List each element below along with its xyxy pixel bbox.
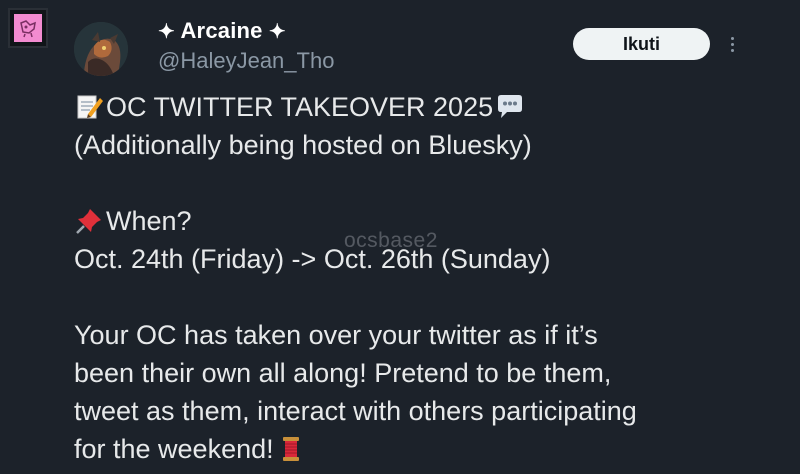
tweet-line-3-text: When? <box>106 206 192 236</box>
display-name-text: Arcaine <box>180 18 263 43</box>
sparkle-right: ✦ <box>268 21 286 43</box>
tweet-text: OC TWITTER TAKEOVER 2025 (Additionally b… <box>74 88 774 468</box>
tweet-line-1: OC TWITTER TAKEOVER 2025 <box>74 88 774 126</box>
tweet-line-5: Your OC has taken over your twitter as i… <box>74 320 598 350</box>
tweet-card: ✦ Arcaine ✦ @HaleyJean_Tho Ikuti OC TWIT… <box>0 0 800 474</box>
more-vertical-icon[interactable] <box>724 32 740 56</box>
tweet-line-6: been their own all along! Pretend to be … <box>74 358 612 388</box>
tweet-line-2: (Additionally being hosted on Bluesky) <box>74 130 532 160</box>
speech-bubble-emoji-icon <box>498 95 523 118</box>
tweet-line-7: tweet as them, interact with others part… <box>74 396 637 426</box>
spool-of-thread-emoji-icon <box>282 437 299 461</box>
pushpin-emoji-icon <box>76 209 101 234</box>
sticker-icon <box>8 8 48 48</box>
follow-button[interactable]: Ikuti <box>573 28 710 60</box>
user-handle[interactable]: @HaleyJean_Tho <box>158 48 334 74</box>
memo-emoji-icon <box>77 95 103 119</box>
watermark: ocsbase2 <box>344 229 438 252</box>
tweet-line-8-text: for the weekend! <box>74 434 274 464</box>
tweet-line-1-text: OC TWITTER TAKEOVER 2025 <box>106 92 494 122</box>
tweet-line-8: for the weekend! <box>74 430 774 468</box>
display-name[interactable]: ✦ Arcaine ✦ <box>158 18 286 44</box>
sparkle-left: ✦ <box>158 21 175 43</box>
avatar[interactable] <box>74 22 128 76</box>
